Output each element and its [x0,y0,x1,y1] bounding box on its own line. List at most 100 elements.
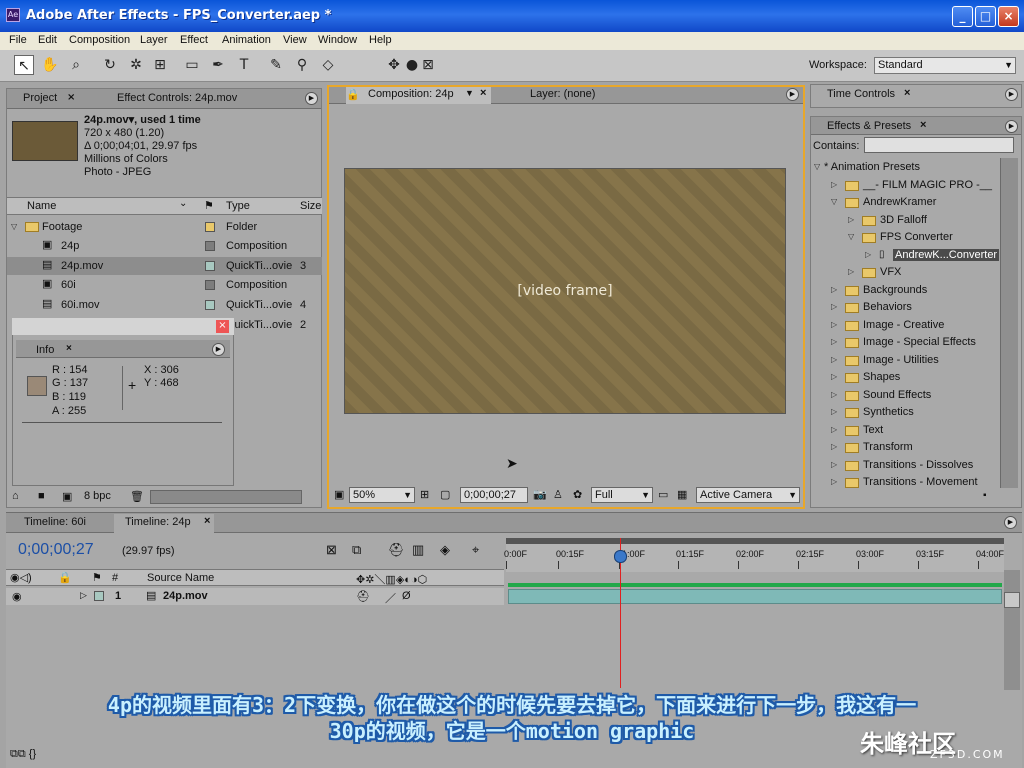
column-source-name[interactable]: Source Name [147,572,214,584]
list-item[interactable]: Footage [42,221,82,233]
rectangle-mask-tool-icon[interactable]: ▭ [182,55,202,75]
graph-editor-icon[interactable]: ⌖ [472,542,479,558]
brush-tool-icon[interactable]: ✎ [266,55,286,75]
tab-project[interactable]: Project [23,92,57,104]
expand-triangle-icon[interactable]: ▷ [831,407,837,416]
close-tab-icon[interactable]: × [66,343,72,354]
menu-layer[interactable]: Layer [140,34,168,46]
magnification-select[interactable]: 50% ▼ [349,487,415,503]
live-update-icon[interactable]: ⧉ [352,542,361,558]
minimize-button[interactable]: _ [952,6,973,27]
expand-triangle-icon[interactable]: ▽ [814,162,820,171]
expand-triangle-icon[interactable]: ▷ [831,355,837,364]
horizontal-scrollbar[interactable] [150,490,302,504]
expand-triangle-icon[interactable]: ▷ [831,372,837,381]
trash-icon[interactable]: 🗑 [130,490,144,503]
workspace-select[interactable]: Standard ▼ [874,57,1016,74]
expand-triangle-icon[interactable]: ▷ [831,477,837,486]
tab-timeline-24p[interactable]: Timeline: 24p [125,516,191,528]
expand-triangle-icon[interactable]: ▷ [831,425,837,434]
view-axis-icon[interactable]: ⊠ [418,55,438,75]
column-size[interactable]: Size [300,200,321,212]
safe-zones-icon[interactable]: ⊞ [420,488,429,501]
menu-file[interactable]: File [9,34,27,46]
expand-triangle-icon[interactable]: ▷ [80,590,87,601]
always-preview-icon[interactable]: ▣ [334,488,344,501]
vertical-scrollbar[interactable] [1000,158,1018,488]
menu-effect[interactable]: Effect [180,34,208,46]
tab-composition[interactable]: Composition: 24p [368,88,454,100]
shy-switch-icon[interactable]: ⛑ [356,590,370,603]
tab-effects-presets[interactable]: Effects & Presets [827,120,911,132]
close-tab-icon[interactable]: × [67,92,75,103]
menu-window[interactable]: Window [318,34,357,46]
tab-timeline-60i[interactable]: Timeline: 60i [24,516,86,528]
close-tab-icon[interactable]: × [204,515,210,527]
lock-icon[interactable]: 🔒 [346,88,360,101]
pen-tool-icon[interactable]: ✒ [208,55,228,75]
visibility-eye-icon[interactable]: ◉ [12,590,22,603]
region-of-interest-icon[interactable]: ▭ [658,488,668,501]
column-name[interactable]: Name [27,200,56,212]
expand-triangle-icon[interactable]: ▷ [831,302,837,311]
expand-triangle-icon[interactable]: ▷ [831,337,837,346]
hand-tool-icon[interactable]: ✋ [40,55,60,75]
resolution-select[interactable]: Full ▼ [591,487,653,503]
comp-button-icon[interactable] [1004,592,1020,608]
new-bin-icon[interactable]: ▪ [983,490,987,501]
menu-composition[interactable]: Composition [69,34,130,46]
mask-view-icon[interactable]: ▢ [440,488,450,501]
current-time-field[interactable]: 0;00;00;27 [460,487,528,503]
tab-layer[interactable]: Layer: (none) [530,88,595,100]
panel-menu-icon[interactable]: ▶ [786,88,799,101]
camera-select[interactable]: Active Camera ▼ [696,487,800,503]
close-window-button[interactable]: × [998,6,1019,27]
layer-name[interactable]: 24p.mov [163,590,208,602]
pan-behind-tool-icon[interactable]: ⊞ [150,55,170,75]
playhead-handle[interactable] [614,550,627,563]
panel-menu-icon[interactable]: ▶ [1004,516,1017,529]
menu-help[interactable]: Help [369,34,392,46]
work-area-bar[interactable] [506,538,1004,544]
tab-time-controls[interactable]: Time Controls [827,88,895,100]
list-item[interactable] [811,422,1000,439]
effect-switch-icon[interactable]: Ø [402,590,411,602]
draft-3d-icon[interactable]: ⛑ [388,542,405,558]
toggle-switches-icon[interactable]: ⧉⧉ {} [10,748,36,761]
list-item[interactable]: 24p.mov [61,260,103,272]
effects-search-input[interactable] [864,137,1014,153]
vertical-scrollbar[interactable] [1004,570,1020,690]
close-icon[interactable]: × [216,320,229,333]
composition-mini-flowchart-icon[interactable]: ⊠ [326,542,337,558]
expand-triangle-icon[interactable]: ▽ [11,222,17,231]
panel-menu-icon[interactable]: ▶ [305,92,318,105]
close-tab-icon[interactable]: × [920,119,926,131]
label-color-swatch[interactable] [94,591,104,601]
sort-chevron-icon[interactable]: ⌄ [179,198,187,209]
layer-duration-bar[interactable] [508,589,1002,604]
motion-blur-icon[interactable]: ◈ [440,542,450,558]
tab-info[interactable]: Info [36,344,54,356]
expand-triangle-icon[interactable]: ▷ [831,320,837,329]
chevron-down-icon[interactable]: ▼ [465,88,474,98]
orbit-camera-tool-icon[interactable]: ✲ [126,55,146,75]
expand-triangle-icon[interactable]: ▷ [831,390,837,399]
expand-triangle-icon[interactable]: ▷ [831,460,837,469]
list-item[interactable]: 60i.mov [61,299,100,311]
transparency-grid-icon[interactable]: ▦ [677,488,687,501]
expand-triangle-icon[interactable]: ▷ [848,215,854,224]
bpc-label[interactable]: 8 bpc [84,490,111,502]
panel-menu-icon[interactable]: ▶ [212,343,225,356]
column-type[interactable]: Type [226,200,250,212]
panel-menu-icon[interactable]: ▶ [1005,120,1018,133]
panel-menu-icon[interactable]: ▶ [1005,88,1018,101]
menu-edit[interactable]: Edit [38,34,57,46]
timeline-current-time[interactable]: 0;00;00;27 [18,541,94,559]
list-item[interactable]: 60i [61,279,76,291]
selection-tool-icon[interactable]: ↖ [14,55,34,75]
menu-animation[interactable]: Animation [222,34,271,46]
type-tool-icon[interactable]: T [234,55,254,75]
close-tab-icon[interactable]: × [480,87,486,99]
list-item[interactable] [811,264,1000,281]
interpret-footage-icon[interactable]: ⌂ [12,490,19,502]
